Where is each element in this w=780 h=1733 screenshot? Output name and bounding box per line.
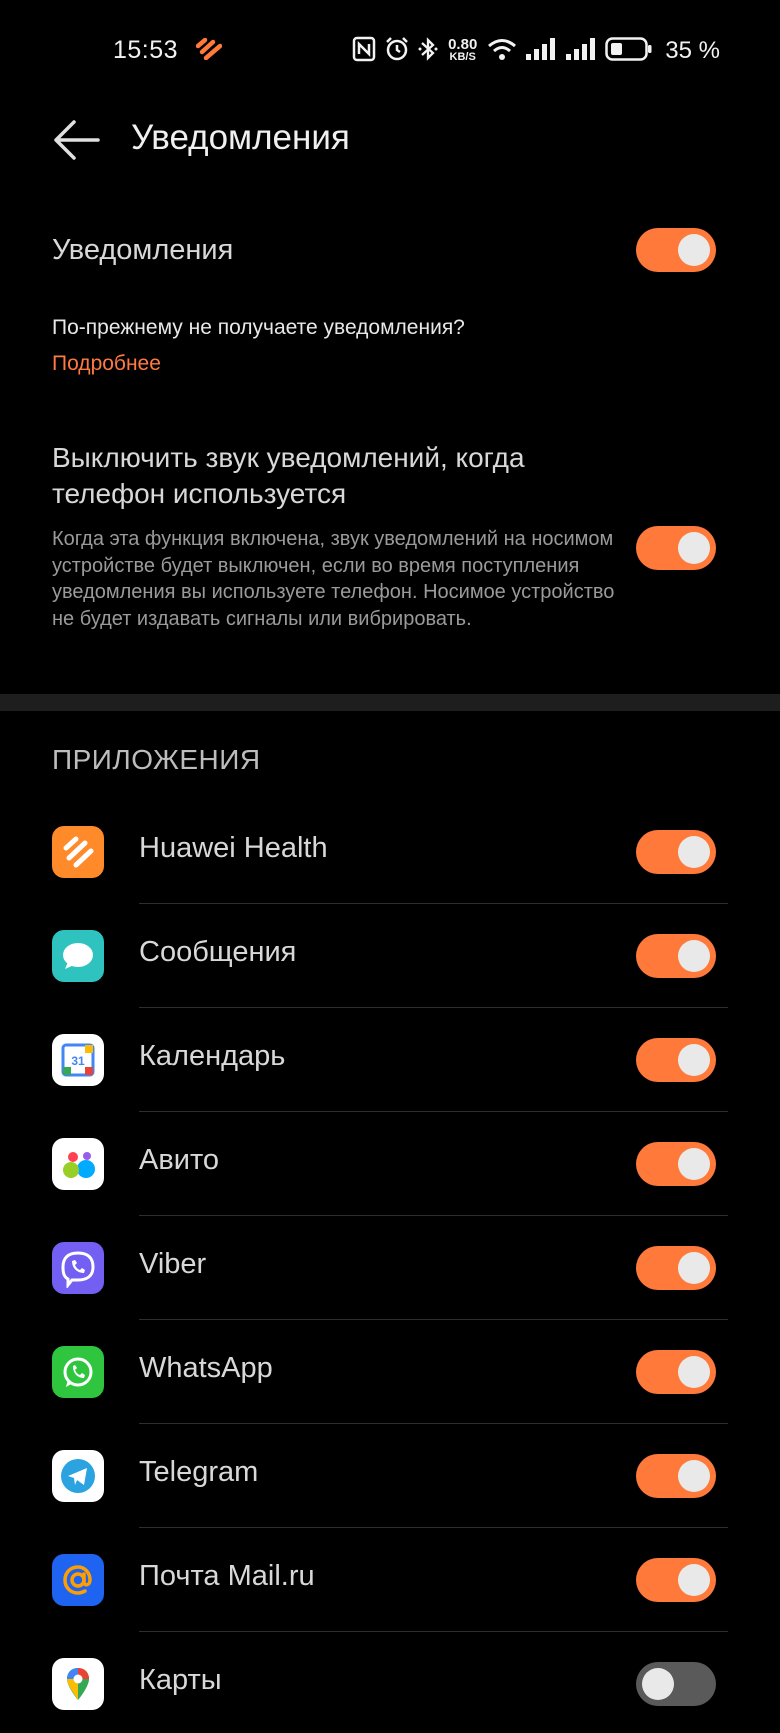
maps-icon <box>52 1658 104 1710</box>
telegram-icon <box>52 1450 104 1502</box>
svg-text:31: 31 <box>71 1054 85 1068</box>
battery-icon <box>605 36 653 66</box>
app-row-calendar[interactable]: 31 Календарь <box>0 1008 780 1112</box>
status-time: 15:53 <box>113 36 179 64</box>
toggle-knob <box>678 940 710 972</box>
app-row-messages[interactable]: Сообщения <box>0 904 780 1008</box>
app-row-viber[interactable]: Viber <box>0 1216 780 1320</box>
alarm-icon <box>384 36 410 67</box>
notifications-row[interactable]: Уведомления <box>0 210 780 290</box>
mute-when-in-use-row[interactable]: Выключить звук уведомлений, когда телефо… <box>0 440 780 670</box>
toggle-knob <box>678 1252 710 1284</box>
app-name: Viber <box>139 1248 207 1280</box>
status-icons: 0.80 KB/S 35 % <box>352 34 720 68</box>
mute-description: Когда эта функция включена, звук уведомл… <box>52 528 615 630</box>
app-name: Авито <box>139 1144 220 1176</box>
toggle-knob <box>678 1564 710 1596</box>
viber-icon <box>52 1242 104 1294</box>
notifications-label: Уведомления <box>52 234 234 266</box>
whatsapp-icon <box>52 1346 104 1398</box>
app-name: Календарь <box>139 1040 286 1072</box>
huawei-health-icon <box>52 826 104 878</box>
back-arrow-icon <box>54 120 100 160</box>
back-button[interactable] <box>52 118 102 162</box>
avito-icon <box>52 1138 104 1190</box>
app-notification-toggle[interactable] <box>636 1662 716 1706</box>
app-row-huawei-health[interactable]: Huawei Health <box>0 800 780 904</box>
learn-more-link[interactable]: Подробнее <box>52 352 732 376</box>
app-notification-toggle[interactable] <box>636 830 716 874</box>
app-notification-toggle[interactable] <box>636 1558 716 1602</box>
mute-text-block: Выключить звук уведомлений, когда телефо… <box>52 440 732 632</box>
app-notification-toggle[interactable] <box>636 1454 716 1498</box>
app-row-avito[interactable]: Авито <box>0 1112 780 1216</box>
messages-icon <box>52 930 104 982</box>
app-notification-toggle[interactable] <box>636 1038 716 1082</box>
page-title: Уведомления <box>131 118 350 157</box>
app-name: WhatsApp <box>139 1352 273 1384</box>
network-speed: 0.80 KB/S <box>448 36 478 63</box>
section-divider <box>0 694 780 711</box>
app-name: Сообщения <box>139 936 297 968</box>
notifications-toggle[interactable] <box>636 228 716 272</box>
wifi-icon <box>487 37 517 66</box>
toggle-knob <box>678 1356 710 1388</box>
toggle-knob <box>678 532 710 564</box>
app-name: Карты <box>139 1664 222 1696</box>
toggle-knob <box>678 1044 710 1076</box>
toggle-knob <box>678 836 710 868</box>
app-row-maps[interactable]: Карты <box>0 1632 780 1733</box>
app-name: Huawei Health <box>139 832 328 864</box>
mail-ru-icon <box>52 1554 104 1606</box>
app-row-whatsapp[interactable]: WhatsApp <box>0 1320 780 1424</box>
status-bar: 15:53 0.80 KB/S 35 % <box>0 0 780 104</box>
calendar-icon: 31 <box>52 1034 104 1086</box>
signal-icon <box>525 37 557 66</box>
mute-title: Выключить звук уведомлений, когда телефо… <box>52 442 525 509</box>
toggle-knob <box>678 1460 710 1492</box>
app-name: Telegram <box>139 1456 259 1488</box>
toggle-knob <box>678 1148 710 1180</box>
apps-section-header: ПРИЛОЖЕНИЯ <box>52 744 261 775</box>
bluetooth-icon <box>418 36 438 67</box>
huawei-health-status-icon <box>195 37 223 65</box>
hint-block: По-прежнему не получаете уведомления? По… <box>52 316 732 376</box>
mute-toggle[interactable] <box>636 526 716 570</box>
app-notification-toggle[interactable] <box>636 1142 716 1186</box>
app-name: Почта Mail.ru <box>139 1560 315 1592</box>
app-bar: Уведомления <box>0 104 780 174</box>
app-row-telegram[interactable]: Telegram <box>0 1424 780 1528</box>
hint-text: По-прежнему не получаете уведомления? <box>52 316 465 339</box>
toggle-knob <box>678 234 710 266</box>
app-notification-toggle[interactable] <box>636 934 716 978</box>
app-row-mail-ru[interactable]: Почта Mail.ru <box>0 1528 780 1632</box>
app-notification-toggle[interactable] <box>636 1246 716 1290</box>
nfc-icon <box>352 36 376 67</box>
battery-percent: 35 % <box>665 37 720 64</box>
app-notification-toggle[interactable] <box>636 1350 716 1394</box>
toggle-knob <box>642 1668 674 1700</box>
signal-icon <box>565 37 597 66</box>
